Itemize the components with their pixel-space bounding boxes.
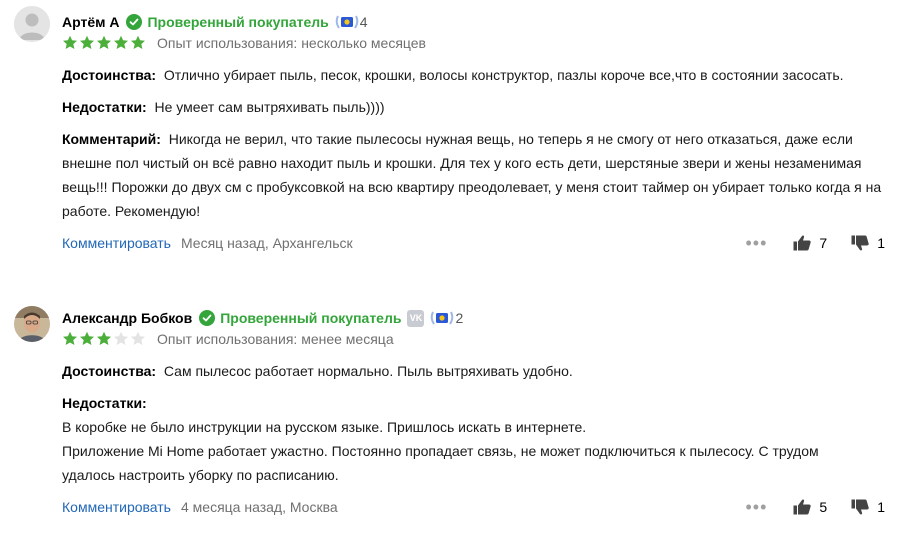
- comment-line: внешне пол чистый он всё равно находит п…: [62, 155, 862, 171]
- avatar[interactable]: [14, 6, 50, 42]
- star-icon: [97, 35, 111, 49]
- review-footer: Комментировать Месяц назад, Архангельск …: [62, 233, 885, 253]
- avatar[interactable]: [14, 306, 50, 342]
- review-footer: Комментировать 4 месяца назад, Москва ••…: [62, 497, 885, 517]
- cons-label: Недостатки:: [62, 99, 147, 115]
- thumb-up-icon: [793, 499, 812, 515]
- comment-line: вещь!!! Порожки до двух см с пробуксовко…: [62, 179, 882, 195]
- vk-icon[interactable]: VK: [407, 309, 425, 327]
- laurel-badge[interactable]: 2: [429, 309, 463, 327]
- cons-section: Недостатки: В коробке не было инструкции…: [62, 391, 902, 487]
- dislike-button[interactable]: 1: [851, 235, 885, 251]
- rating-row: Опыт использования: несколько месяцев: [62, 34, 426, 52]
- usage-experience: Опыт использования: несколько месяцев: [157, 35, 426, 51]
- badge-level: 2: [455, 310, 464, 326]
- cons-label: Недостатки:: [62, 395, 147, 411]
- usage-experience: Опыт использования: менее месяца: [157, 331, 394, 347]
- thumb-down-icon: [851, 499, 869, 515]
- cons-line: В коробке не было инструкции на русском …: [62, 419, 587, 435]
- badge-level: 4: [359, 14, 368, 30]
- comment-label: Комментарий:: [62, 131, 161, 147]
- verified-buyer-label: Проверенный покупатель: [220, 310, 402, 326]
- comment-button[interactable]: Комментировать: [62, 499, 171, 515]
- star-icon: [80, 35, 94, 49]
- laurel-badge[interactable]: 4: [334, 13, 368, 31]
- dislike-count: 1: [877, 235, 885, 251]
- more-dots-icon[interactable]: •••: [746, 498, 768, 516]
- verified-check-icon: [199, 310, 216, 326]
- more-dots-icon[interactable]: •••: [746, 234, 768, 252]
- like-button[interactable]: 5: [793, 499, 827, 515]
- pros-text: Сам пылесос работает нормально. Пыль выт…: [163, 363, 573, 379]
- avatar-placeholder-icon: [14, 6, 50, 42]
- laurel-badge-icon: [431, 311, 454, 325]
- verified-check-icon: [126, 14, 143, 30]
- star-icon: [80, 331, 94, 345]
- pros-label: Достоинства:: [62, 363, 157, 379]
- author-row: Артём А Проверенный покупатель 4: [62, 12, 368, 32]
- star-icon: [97, 331, 111, 345]
- star-icon: [63, 35, 77, 49]
- star-icon: [114, 331, 128, 345]
- like-count: 7: [819, 235, 828, 251]
- cons-section: Недостатки: Не умеет сам вытряхивать пыл…: [62, 95, 902, 119]
- rating-row: Опыт использования: менее месяца: [62, 330, 394, 348]
- star-icon: [114, 35, 128, 49]
- dislike-button[interactable]: 1: [851, 499, 885, 515]
- review-date-location: Месяц назад, Архангельск: [180, 235, 353, 251]
- pros-label: Достоинства:: [62, 67, 157, 83]
- comment-line: работе. Рекомендую!: [62, 203, 201, 219]
- star-icon: [131, 35, 145, 49]
- verified-buyer-label: Проверенный покупатель: [147, 14, 329, 30]
- like-button[interactable]: 7: [793, 235, 827, 251]
- laurel-badge-icon: [335, 15, 359, 29]
- review-date-location: 4 месяца назад, Москва: [180, 499, 338, 515]
- star-icon: [131, 331, 145, 345]
- star-rating: [62, 331, 147, 347]
- pros-section: Достоинства: Сам пылесос работает нормал…: [62, 359, 902, 383]
- like-count: 5: [819, 499, 828, 515]
- star-rating: [62, 35, 147, 51]
- pros-section: Достоинства: Отлично убирает пыль, песок…: [62, 63, 902, 87]
- author-row: Александр Бобков Проверенный покупатель …: [62, 308, 463, 328]
- star-icon: [63, 331, 77, 345]
- comment-line: Никогда не верил, что такие пылесосы нуж…: [168, 131, 853, 147]
- cons-line: удалось настроить уборку по расписанию.: [62, 467, 339, 483]
- author-name[interactable]: Артём А: [62, 14, 119, 30]
- author-name[interactable]: Александр Бобков: [62, 310, 192, 326]
- comment-section: Комментарий: Никогда не верил, что такие…: [62, 127, 902, 223]
- thumb-up-icon: [793, 235, 812, 251]
- thumb-down-icon: [851, 235, 869, 251]
- avatar-photo-icon: [14, 306, 50, 342]
- cons-line: Приложение Mi Home работает ужастно. Пос…: [62, 443, 819, 459]
- comment-button[interactable]: Комментировать: [62, 235, 171, 251]
- dislike-count: 1: [877, 499, 885, 515]
- pros-text: Отлично убирает пыль, песок, крошки, вол…: [163, 67, 844, 83]
- cons-text: Не умеет сам вытряхивать пыль)))): [154, 99, 385, 115]
